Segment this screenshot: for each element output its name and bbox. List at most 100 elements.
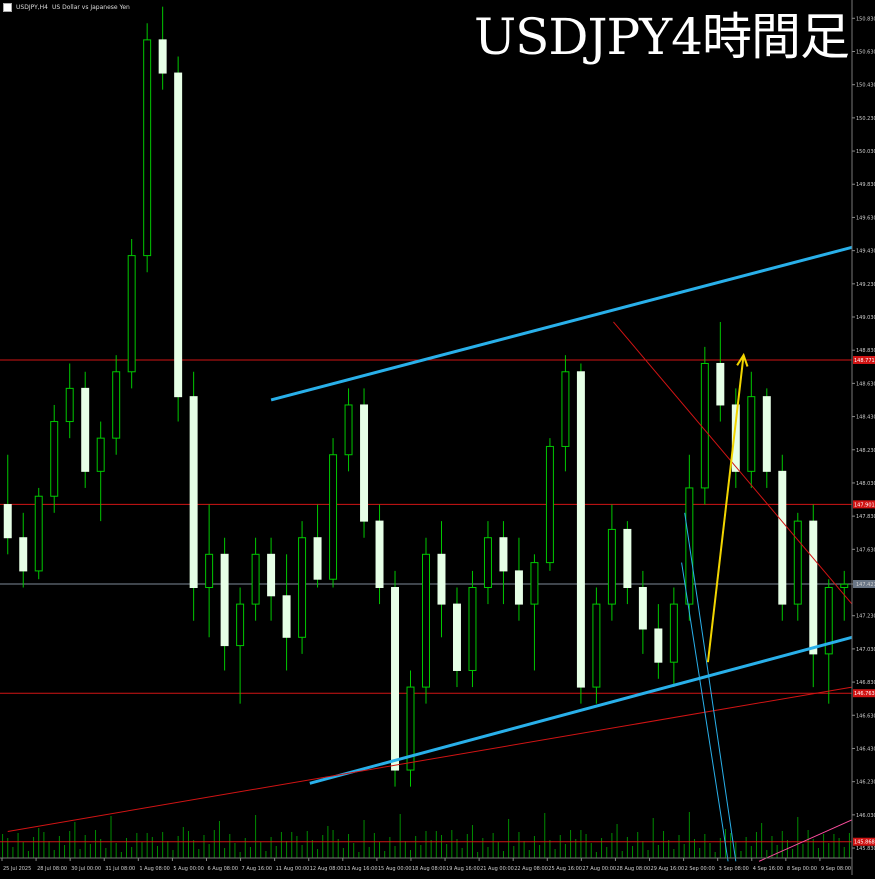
candle-body	[468, 587, 477, 671]
candle-body	[50, 421, 59, 497]
candle-body	[499, 537, 508, 572]
candle-body	[840, 583, 849, 589]
candle-body	[391, 587, 400, 771]
candle-body	[576, 371, 585, 688]
time-tick-label: 25 Aug 16:00	[548, 866, 582, 872]
price-tag-label: 148.771	[854, 358, 875, 364]
candle-body	[127, 255, 136, 373]
candle-body	[267, 553, 276, 597]
time-tick-label: 25 Jul 2025	[3, 866, 31, 872]
time-tick-label: 12 Aug 08:00	[310, 866, 344, 872]
time-tick-label: 31 Jul 08:00	[105, 866, 135, 872]
window-icon	[3, 3, 12, 12]
price-tick-label: 147.230	[856, 614, 875, 620]
time-tick-label: 6 Aug 08:00	[207, 866, 238, 872]
candle-body	[561, 371, 570, 447]
price-tick-label: 146.430	[856, 746, 875, 752]
candle-body	[81, 387, 90, 472]
chart-header: USDJPY,H4 US Dollar vs Japanese Yen	[3, 3, 130, 12]
symbol-description: US Dollar vs Japanese Yen	[51, 4, 130, 11]
candle-body	[669, 603, 678, 663]
price-tick-label: 150.230	[856, 116, 875, 122]
time-tick-label: 4 Sep 16:00	[753, 866, 783, 872]
time-tick-label: 8 Sep 00:00	[787, 866, 817, 872]
price-tick-label: 149.830	[856, 182, 875, 188]
price-tick-label: 147.421	[856, 582, 875, 588]
price-tick-label: 146.030	[856, 813, 875, 819]
price-tick-label: 146.230	[856, 780, 875, 786]
price-tick-label: 149.230	[856, 282, 875, 288]
price-tick-label: 148.630	[856, 381, 875, 387]
time-tick-label: 30 Jul 00:00	[71, 866, 101, 872]
price-tick-label: 147.030	[856, 647, 875, 653]
candle-body	[96, 437, 105, 472]
candle-body	[483, 537, 492, 589]
price-tag-label: 147.901	[854, 502, 875, 508]
candle-body	[220, 553, 229, 647]
chart-area[interactable]: 148.771 147.901 146.763 145.868 150.830 150.…	[0, 0, 875, 875]
candle-body	[360, 404, 369, 522]
price-tick-label: 149.030	[856, 315, 875, 321]
price-tick-label: 150.630	[856, 49, 875, 55]
time-tick-label: 2 Sep 00:00	[685, 866, 715, 872]
time-tick-label: 27 Aug 00:00	[582, 866, 616, 872]
candle-body	[236, 603, 245, 647]
candle-body	[174, 72, 183, 398]
price-tick-label: 148.030	[856, 481, 875, 487]
price-tag-label: 145.868	[854, 840, 875, 846]
price-tick-label: 149.630	[856, 215, 875, 221]
price-tick-label: 149.430	[856, 249, 875, 255]
time-tick-label: 11 Aug 00:00	[276, 866, 310, 872]
time-tick-label: 29 Aug 16:00	[651, 866, 685, 872]
candle-body	[205, 553, 214, 589]
candlestick-chart[interactable]: 148.771 147.901 146.763 145.868 150.830 150.…	[0, 0, 875, 875]
price-tick-label: 148.230	[856, 448, 875, 454]
symbol-label: USDJPY,H4	[16, 4, 48, 11]
time-tick-label: 18 Aug 08:00	[412, 866, 446, 872]
price-tick-label: 150.030	[856, 149, 875, 155]
time-tick-label: 5 Aug 00:00	[173, 866, 204, 872]
candle-body	[623, 528, 632, 589]
time-tick-label: 3 Sep 08:00	[719, 866, 749, 872]
price-tick-label: 145.830	[856, 846, 875, 852]
price-tick-label: 150.430	[856, 83, 875, 89]
price-tick-label: 147.830	[856, 514, 875, 520]
price-tick-label: 150.830	[856, 16, 875, 22]
candle-body	[143, 39, 152, 257]
candle-body	[700, 362, 709, 489]
time-tick-label: 9 Sep 08:00	[821, 866, 851, 872]
candle-body	[329, 454, 338, 580]
candle-body	[282, 595, 291, 638]
time-tick-label: 15 Aug 00:00	[378, 866, 412, 872]
price-tick-label: 146.830	[856, 680, 875, 686]
candle-body	[452, 603, 461, 671]
candle-body	[375, 520, 384, 589]
candle-body	[514, 570, 523, 605]
overlay-title: USDJPY4時間足	[474, 8, 850, 66]
price-tick-label: 146.630	[856, 713, 875, 719]
candle-body	[654, 628, 663, 663]
candle-body	[530, 562, 539, 605]
candle-body	[422, 553, 430, 688]
price-tick-label: 148.430	[856, 415, 875, 421]
candle-body	[778, 470, 787, 605]
candle-body	[65, 387, 74, 423]
candle-body	[747, 396, 756, 472]
candle-body	[437, 553, 446, 605]
candle-body	[3, 504, 12, 539]
candle-body	[545, 445, 554, 564]
time-tick-label: 7 Aug 16:00	[242, 866, 273, 872]
candle-body	[34, 495, 43, 572]
price-tick-label: 147.630	[856, 547, 875, 553]
candle-body	[592, 603, 601, 688]
candle-body	[298, 537, 307, 638]
candle-body	[344, 404, 353, 456]
time-tick-label: 1 Aug 08:00	[139, 866, 170, 872]
candle-body	[762, 396, 771, 472]
candle-body	[716, 362, 725, 406]
candle-body	[251, 553, 260, 605]
candle-body	[313, 537, 322, 580]
candle-body	[638, 587, 647, 630]
candle-body	[158, 39, 167, 74]
time-tick-label: 22 Aug 08:00	[514, 866, 548, 872]
